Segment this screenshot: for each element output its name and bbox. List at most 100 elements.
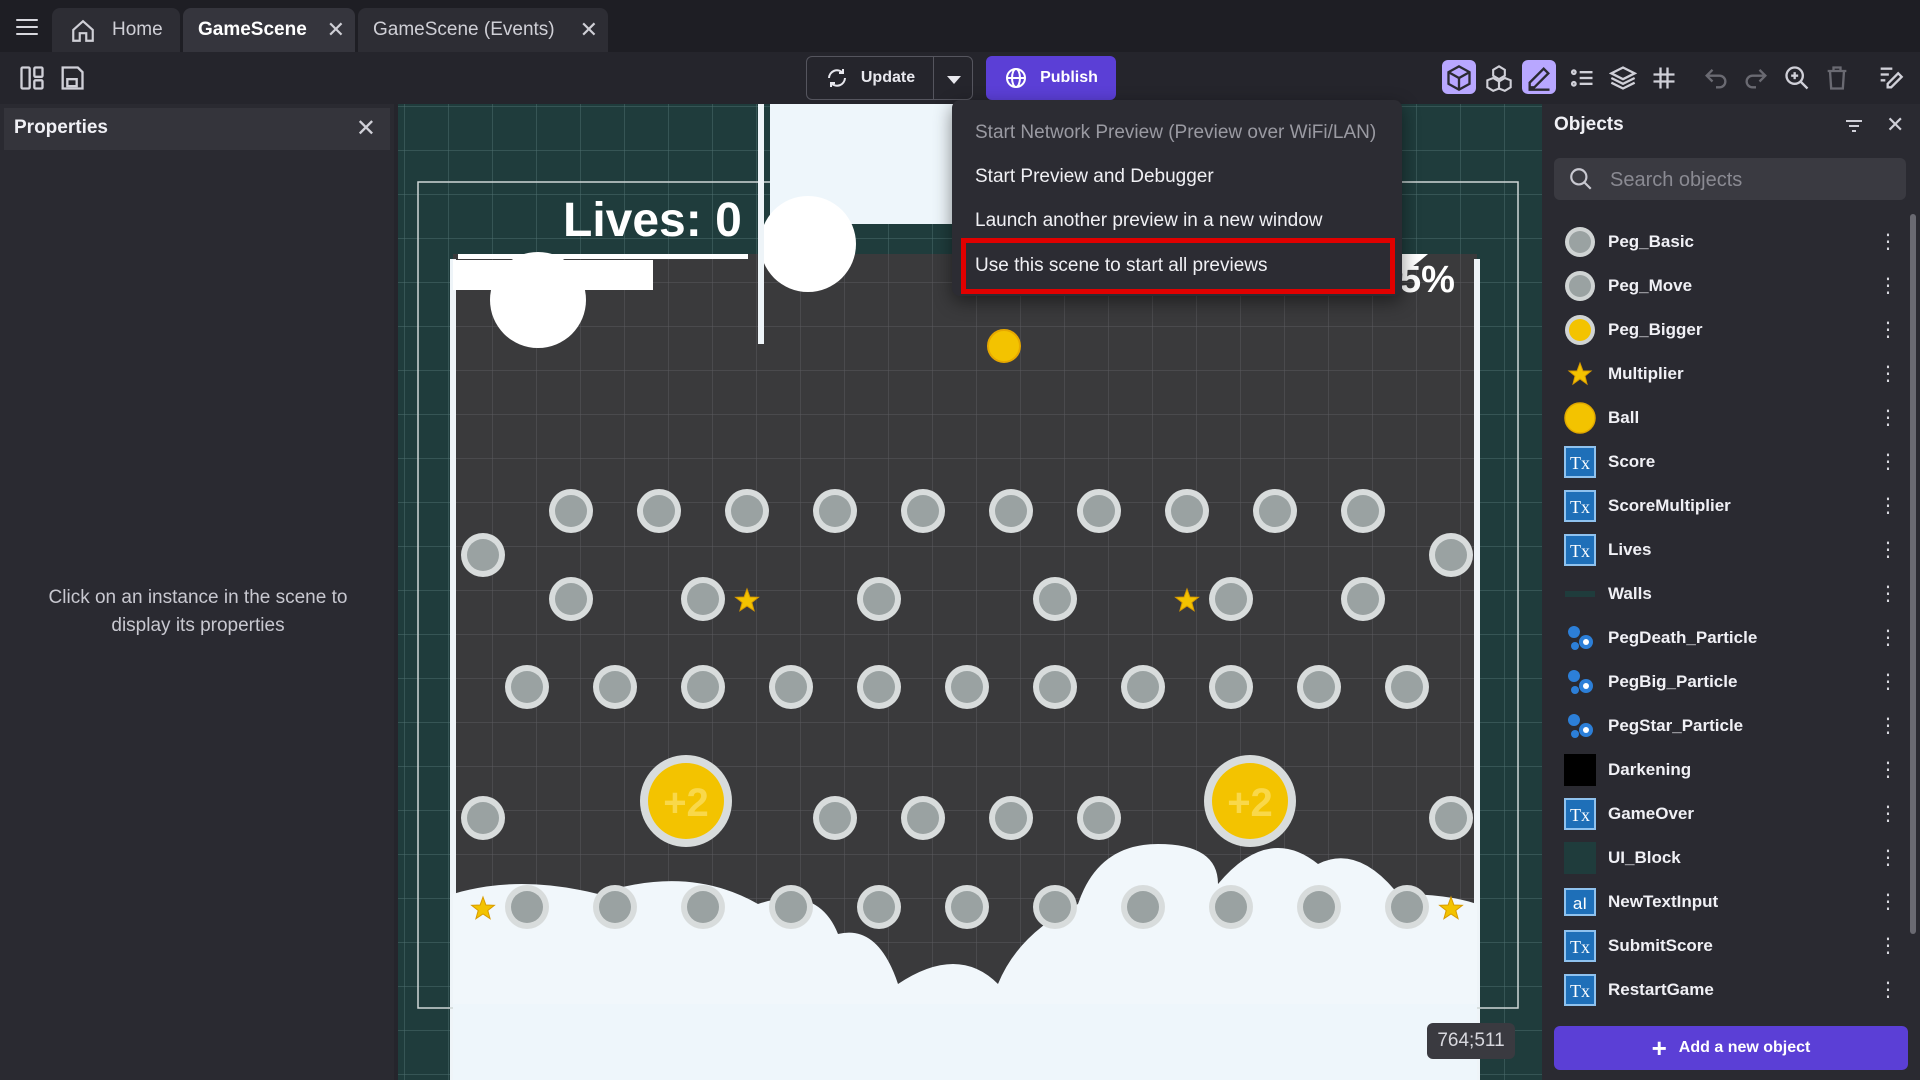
- close-icon[interactable]: ✕: [1886, 112, 1904, 138]
- peg[interactable]: [1429, 533, 1473, 577]
- peg[interactable]: [1033, 885, 1077, 929]
- panels-layout-icon[interactable]: [18, 64, 46, 92]
- object-item-submitscore[interactable]: Tx SubmitScore ⋮: [1542, 924, 1920, 968]
- peg[interactable]: [1121, 885, 1165, 929]
- close-tab-icon[interactable]: ✕: [327, 17, 345, 43]
- peg[interactable]: [769, 665, 813, 709]
- object-item-peg-move[interactable]: Peg_Move ⋮: [1542, 264, 1920, 308]
- object-item-pegbig-particle[interactable]: PegBig_Particle ⋮: [1542, 660, 1920, 704]
- more-options-icon[interactable]: ⋮: [1878, 756, 1898, 784]
- peg[interactable]: [857, 885, 901, 929]
- object-item-ui-block[interactable]: UI_Block ⋮: [1542, 836, 1920, 880]
- tab-gamescene-events[interactable]: GameScene (Events) ✕: [358, 8, 608, 52]
- filter-icon[interactable]: [1842, 114, 1866, 143]
- more-options-icon[interactable]: ⋮: [1878, 712, 1898, 740]
- object-item-walls[interactable]: Walls ⋮: [1542, 572, 1920, 616]
- bonus-peg[interactable]: +2: [1204, 755, 1296, 847]
- more-options-icon[interactable]: ⋮: [1878, 888, 1898, 916]
- peg[interactable]: [813, 796, 857, 840]
- more-options-icon[interactable]: ⋮: [1878, 800, 1898, 828]
- peg[interactable]: [989, 489, 1033, 533]
- object-item-lives[interactable]: Tx Lives ⋮: [1542, 528, 1920, 572]
- publish-button[interactable]: Publish: [986, 56, 1116, 100]
- update-button[interactable]: Update: [806, 56, 934, 100]
- search-objects-input[interactable]: Search objects: [1554, 158, 1906, 200]
- more-options-icon[interactable]: ⋮: [1878, 272, 1898, 300]
- peg[interactable]: [549, 577, 593, 621]
- peg[interactable]: [1209, 577, 1253, 621]
- object-item-pegdeath-particle[interactable]: PegDeath_Particle ⋮: [1542, 616, 1920, 660]
- more-options-icon[interactable]: ⋮: [1878, 932, 1898, 960]
- peg[interactable]: [1297, 665, 1341, 709]
- more-options-icon[interactable]: ⋮: [1878, 844, 1898, 872]
- more-options-icon[interactable]: ⋮: [1878, 228, 1898, 256]
- object-item-pegstar-particle[interactable]: PegStar_Particle ⋮: [1542, 704, 1920, 748]
- peg[interactable]: [857, 665, 901, 709]
- more-options-icon[interactable]: ⋮: [1878, 624, 1898, 652]
- peg[interactable]: [1209, 665, 1253, 709]
- objects-scrollbar[interactable]: [1910, 214, 1916, 934]
- peg[interactable]: [769, 885, 813, 929]
- bonus-peg[interactable]: +2: [640, 755, 732, 847]
- more-options-icon[interactable]: ⋮: [1878, 668, 1898, 696]
- add-new-object-button[interactable]: + Add a new object: [1554, 1026, 1908, 1070]
- peg[interactable]: [549, 489, 593, 533]
- peg[interactable]: [813, 489, 857, 533]
- peg[interactable]: [1341, 489, 1385, 533]
- ball[interactable]: [987, 329, 1021, 363]
- object-item-restartgame[interactable]: Tx RestartGame ⋮: [1542, 968, 1920, 1012]
- peg[interactable]: [857, 577, 901, 621]
- peg[interactable]: [637, 489, 681, 533]
- object-item-multiplier[interactable]: Multiplier ⋮: [1542, 352, 1920, 396]
- object-item-ball[interactable]: Ball ⋮: [1542, 396, 1920, 440]
- peg[interactable]: [1429, 796, 1473, 840]
- peg[interactable]: [1341, 577, 1385, 621]
- peg[interactable]: [1297, 885, 1341, 929]
- menu-item-network-preview[interactable]: Start Network Preview (Preview over WiFi…: [975, 122, 1376, 144]
- objects-group-icon[interactable]: [1485, 64, 1513, 93]
- peg[interactable]: [505, 885, 549, 929]
- more-options-icon[interactable]: ⋮: [1878, 360, 1898, 388]
- more-options-icon[interactable]: ⋮: [1878, 404, 1898, 432]
- zoom-in-icon[interactable]: [1783, 64, 1811, 92]
- peg[interactable]: [1385, 665, 1429, 709]
- hamburger-menu-icon[interactable]: [12, 12, 42, 42]
- object-item-peg-basic[interactable]: Peg_Basic ⋮: [1542, 220, 1920, 264]
- peg[interactable]: [593, 665, 637, 709]
- object-item-peg-bigger[interactable]: Peg_Bigger ⋮: [1542, 308, 1920, 352]
- tab-gamescene[interactable]: GameScene ✕: [183, 8, 355, 52]
- layers-icon[interactable]: [1608, 64, 1638, 92]
- peg[interactable]: [1165, 489, 1209, 533]
- peg[interactable]: [681, 885, 725, 929]
- more-options-icon[interactable]: ⋮: [1878, 448, 1898, 476]
- object-item-darkening[interactable]: Darkening ⋮: [1542, 748, 1920, 792]
- close-icon[interactable]: ✕: [356, 114, 376, 143]
- undo-icon[interactable]: [1702, 64, 1730, 92]
- save-icon[interactable]: [58, 64, 86, 92]
- peg[interactable]: [901, 796, 945, 840]
- peg[interactable]: [461, 533, 505, 577]
- object-item-gameover[interactable]: Tx GameOver ⋮: [1542, 792, 1920, 836]
- trash-icon[interactable]: [1823, 64, 1851, 92]
- peg[interactable]: [1209, 885, 1253, 929]
- peg[interactable]: [1077, 796, 1121, 840]
- more-options-icon[interactable]: ⋮: [1878, 536, 1898, 564]
- peg[interactable]: [1033, 665, 1077, 709]
- menu-item-new-window-preview[interactable]: Launch another preview in a new window: [975, 210, 1323, 232]
- object-item-newtextinput[interactable]: aI NewTextInput ⋮: [1542, 880, 1920, 924]
- more-options-icon[interactable]: ⋮: [1878, 976, 1898, 1004]
- more-options-icon[interactable]: ⋮: [1878, 492, 1898, 520]
- update-dropdown-button[interactable]: [933, 56, 973, 100]
- peg[interactable]: [1077, 489, 1121, 533]
- peg[interactable]: [989, 796, 1033, 840]
- peg[interactable]: [725, 489, 769, 533]
- tab-home[interactable]: Home: [52, 8, 180, 52]
- peg[interactable]: [1253, 489, 1297, 533]
- peg[interactable]: [681, 665, 725, 709]
- list-icon[interactable]: [1568, 64, 1596, 92]
- peg[interactable]: [1033, 577, 1077, 621]
- peg[interactable]: [901, 489, 945, 533]
- peg[interactable]: [1121, 665, 1165, 709]
- edit-properties-icon[interactable]: [1876, 64, 1904, 92]
- redo-icon[interactable]: [1742, 64, 1770, 92]
